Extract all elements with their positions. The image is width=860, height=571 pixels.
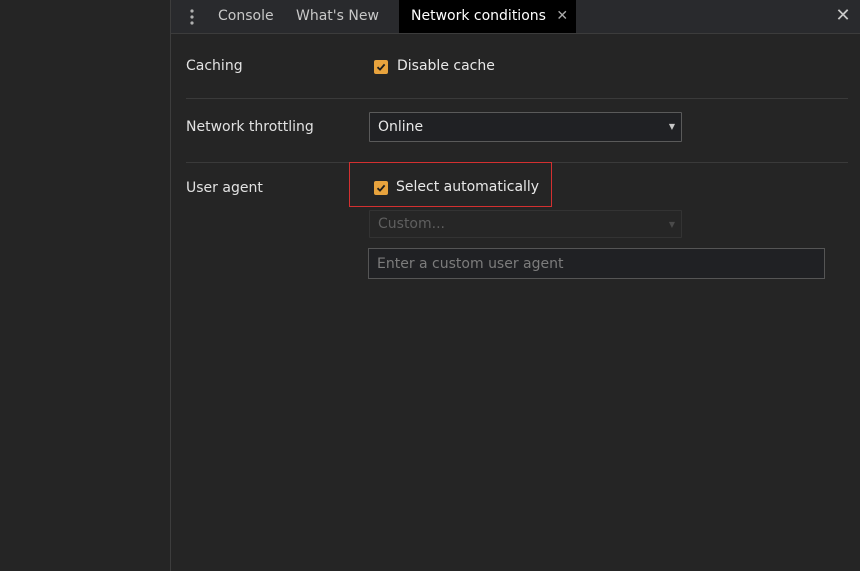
left-pane <box>0 0 171 571</box>
network-throttling-select[interactable]: Online ▼ <box>369 112 682 142</box>
dropdown-arrow-icon: ▼ <box>668 122 675 131</box>
checkmark-icon <box>376 63 386 71</box>
more-tools-menu-icon[interactable] <box>181 6 203 28</box>
user-agent-preset-select: Custom... ▼ <box>369 210 682 238</box>
disable-cache-checkbox[interactable] <box>374 60 388 74</box>
network-throttling-label: Network throttling <box>186 119 314 135</box>
tab-close-icon[interactable]: ✕ <box>556 0 568 33</box>
close-drawer-icon[interactable]: ✕ <box>834 6 852 26</box>
drawer-tabbar: Console What's New Network conditions ✕ … <box>171 0 860 34</box>
devtools-drawer: Console What's New Network conditions ✕ … <box>171 0 860 571</box>
tab-console-label: Console <box>218 8 274 24</box>
tab-network-conditions-label: Network conditions <box>411 8 546 24</box>
tab-console[interactable]: Console <box>206 0 286 33</box>
custom-user-agent-input[interactable] <box>368 248 825 279</box>
select-automatically-checkbox[interactable] <box>374 181 388 195</box>
select-automatically-label[interactable]: Select automatically <box>396 179 539 195</box>
checkmark-icon <box>376 184 386 192</box>
network-throttling-value: Online <box>378 119 424 135</box>
tab-network-conditions[interactable]: Network conditions ✕ <box>399 0 577 33</box>
dropdown-arrow-icon: ▼ <box>668 220 675 229</box>
tab-whats-new-label: What's New <box>296 8 379 24</box>
tab-whats-new[interactable]: What's New <box>284 0 391 33</box>
caching-label: Caching <box>186 58 243 74</box>
disable-cache-label[interactable]: Disable cache <box>397 58 495 74</box>
user-agent-label: User agent <box>186 180 263 196</box>
divider <box>186 98 848 99</box>
user-agent-preset-value: Custom... <box>378 216 445 232</box>
